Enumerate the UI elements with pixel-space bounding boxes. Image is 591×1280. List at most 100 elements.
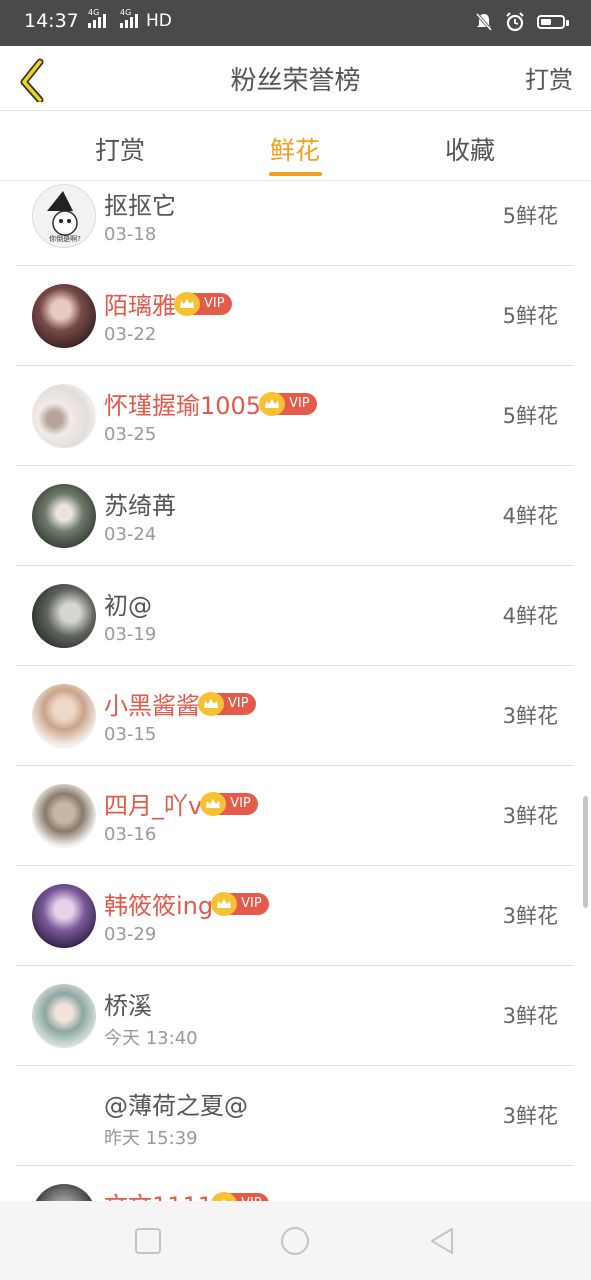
list-item[interactable]: 初@ 03-19 4鲜花 [16, 566, 574, 666]
list-item[interactable]: 陌璃雅 VIP 03-22 5鲜花 [16, 266, 574, 366]
status-icons [475, 12, 569, 32]
fan-name-text: 桥溪 [104, 992, 152, 1020]
reward-button[interactable]: 打赏 [525, 60, 573, 95]
list-item[interactable]: 文文1111 VIP [16, 1166, 574, 1201]
recent-apps-icon[interactable] [132, 1225, 164, 1257]
avatar[interactable]: 你倒是啊? [32, 184, 96, 248]
fan-list: 你倒是啊? 抠抠它 03-18 5鲜花 陌璃雅 VIP 03-22 5鲜花 怀瑾… [0, 181, 591, 1201]
tab-flowers[interactable]: 鲜花 [270, 131, 320, 167]
fan-name-text: 初@ [104, 592, 152, 620]
fan-name: @薄荷之夏@ [104, 1086, 248, 1121]
avatar[interactable] [32, 1184, 96, 1201]
status-time: 14:37 [24, 10, 79, 32]
vip-label: VIP [228, 696, 249, 711]
app-header: 粉丝荣誉榜 打赏 [0, 46, 591, 111]
fan-name: 初@ [104, 586, 152, 621]
list-item[interactable]: 韩筱筱ing VIP 03-29 3鲜花 [16, 866, 574, 966]
list-item[interactable]: 苏绮苒 03-24 4鲜花 [16, 466, 574, 566]
flower-count: 3鲜花 [502, 704, 558, 728]
tab-reward[interactable]: 打赏 [95, 131, 145, 167]
fan-date: 03-22 [104, 324, 157, 345]
fan-name-text: 文文1111 [104, 1186, 213, 1201]
fan-name: 小黑酱酱 VIP [104, 686, 256, 721]
fan-name: 桥溪 [104, 986, 152, 1021]
fan-name: 韩筱筱ing VIP [104, 886, 269, 921]
hd-indicator: HD [146, 11, 172, 31]
fan-date: 03-15 [104, 724, 157, 745]
fan-name-text: @薄荷之夏@ [104, 1092, 248, 1120]
fan-date: 03-18 [104, 224, 157, 245]
fan-date: 昨天 15:39 [104, 1128, 198, 1149]
vip-badge: VIP [211, 1191, 269, 1201]
fan-name: 文文1111 VIP [104, 1186, 269, 1201]
crown-icon [200, 791, 227, 816]
fan-name-text: 怀瑾握瑜1005 [104, 392, 262, 420]
fan-date: 今天 13:40 [104, 1028, 198, 1049]
fan-name-text: 苏绮苒 [104, 492, 176, 520]
fan-date: 03-19 [104, 624, 157, 645]
list-item[interactable]: @薄荷之夏@ 昨天 15:39 3鲜花 [16, 1066, 574, 1166]
avatar[interactable] [32, 784, 96, 848]
list-item[interactable]: 四月_吖v VIP 03-16 3鲜花 [16, 766, 574, 866]
home-icon[interactable] [279, 1225, 311, 1257]
avatar-caption: 你倒是啊? [49, 234, 81, 243]
vip-label: VIP [204, 296, 225, 311]
fan-name: 四月_吖v VIP [104, 786, 258, 821]
avatar[interactable] [32, 384, 96, 448]
flower-count: 5鲜花 [502, 404, 558, 428]
system-nav-bar [0, 1201, 591, 1280]
list-item[interactable]: 桥溪 今天 13:40 3鲜花 [16, 966, 574, 1066]
crown-icon [211, 891, 238, 916]
avatar[interactable] [32, 484, 96, 548]
vip-label: VIP [289, 396, 310, 411]
flower-count: 5鲜花 [502, 204, 558, 228]
alarm-icon [506, 12, 524, 32]
avatar[interactable] [32, 584, 96, 648]
fan-name: 抠抠它 [104, 186, 176, 221]
flower-count: 4鲜花 [502, 504, 558, 528]
vip-badge: VIP [211, 891, 269, 916]
crown-icon [259, 391, 286, 416]
network-type-label: 4G [88, 8, 100, 17]
flower-count: 3鲜花 [502, 1104, 558, 1128]
fan-name-text: 韩筱筱ing [104, 892, 214, 920]
fan-date: 03-16 [104, 824, 157, 845]
signal-icon: 4G [88, 8, 106, 28]
crown-icon [211, 1191, 238, 1201]
avatar[interactable] [32, 284, 96, 348]
tab-bar: 打赏 鲜花 收藏 [0, 111, 591, 181]
status-bar: 14:37 4G 4G HD [0, 0, 591, 46]
back-nav-icon[interactable] [426, 1225, 458, 1257]
vip-badge: VIP [200, 791, 258, 816]
fan-name-text: 抠抠它 [104, 192, 176, 220]
network-type-label: 4G [120, 8, 132, 17]
fan-date: 03-24 [104, 524, 157, 545]
fan-name-text: 四月_吖v [104, 792, 203, 820]
flower-count: 5鲜花 [502, 304, 558, 328]
fan-name-text: 小黑酱酱 [104, 692, 200, 720]
list-item[interactable]: 小黑酱酱 VIP 03-15 3鲜花 [16, 666, 574, 766]
battery-icon [537, 15, 569, 29]
avatar[interactable] [32, 884, 96, 948]
avatar[interactable] [32, 684, 96, 748]
fan-date: 03-29 [104, 924, 157, 945]
vip-badge: VIP [174, 291, 232, 316]
scrollbar[interactable] [583, 796, 588, 908]
vip-label: VIP [241, 896, 262, 911]
fan-name: 怀瑾握瑜1005 VIP [104, 386, 317, 421]
list-item[interactable]: 你倒是啊? 抠抠它 03-18 5鲜花 [16, 181, 574, 266]
vip-badge: VIP [259, 391, 317, 416]
active-tab-indicator [269, 172, 322, 176]
fan-name-text: 陌璃雅 [104, 292, 176, 320]
fan-date: 03-25 [104, 424, 157, 445]
avatar[interactable] [32, 984, 96, 1048]
crown-icon [198, 691, 224, 716]
list-item[interactable]: 怀瑾握瑜1005 VIP 03-25 5鲜花 [16, 366, 574, 466]
page-title: 粉丝荣誉榜 [230, 66, 361, 96]
crown-icon [174, 291, 200, 316]
flower-count: 4鲜花 [502, 604, 558, 628]
tab-favorites[interactable]: 收藏 [445, 131, 495, 167]
flower-count: 3鲜花 [502, 904, 558, 928]
mute-notification-icon [475, 13, 493, 31]
flower-count: 3鲜花 [502, 804, 558, 828]
